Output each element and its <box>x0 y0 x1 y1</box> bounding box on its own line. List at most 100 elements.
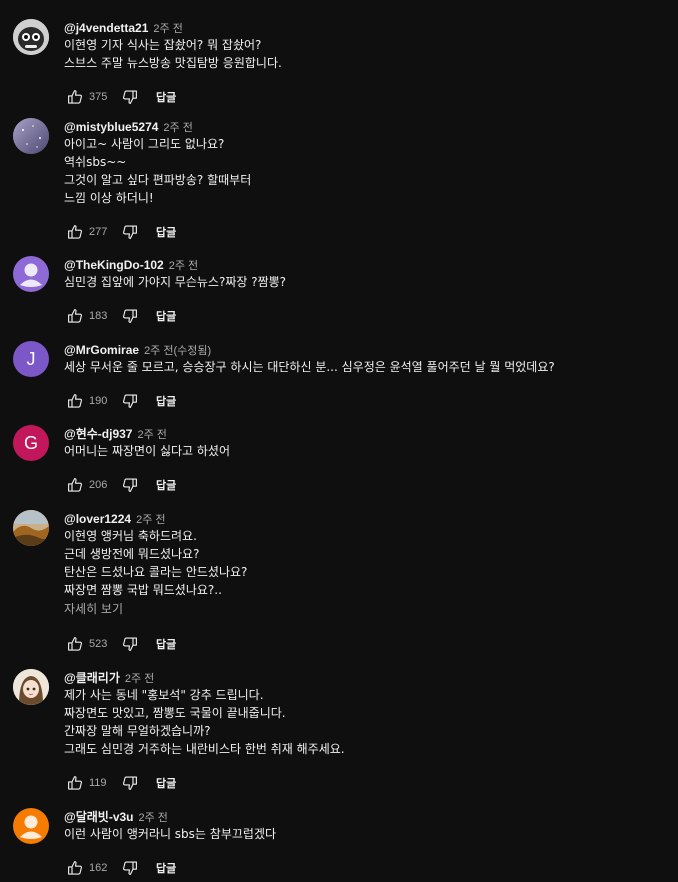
comment-text: 어머니는 짜장면이 싫다고 하셨어 <box>64 442 664 460</box>
comment-actions: 375 답글 <box>64 86 176 108</box>
comment-author[interactable]: @달래빗-v3u <box>64 810 134 824</box>
comment-timestamp[interactable]: 2주 전 <box>139 812 168 824</box>
comment-content: @TheKingDo-102 2주 전심민경 집앞에 가야지 무슨뉴스?짜장 ?짬… <box>64 255 664 323</box>
comment-actions: 206 답글 <box>64 474 176 496</box>
like-count: 206 <box>89 479 108 491</box>
comment-actions: 162 답글 <box>64 857 176 879</box>
comment-author[interactable]: @mistyblue5274 <box>64 120 158 134</box>
dislike-icon[interactable] <box>119 221 141 243</box>
dislike-icon[interactable] <box>119 86 141 108</box>
comment-content: @mistyblue5274 2주 전아이고~ 사람이 그리도 없나요? 역쉬sbs… <box>64 117 664 239</box>
comment-actions: 190 답글 <box>64 390 176 412</box>
letter-avatar[interactable]: G <box>13 425 49 461</box>
comment-timestamp[interactable]: 2주 전 <box>137 429 166 441</box>
like-icon[interactable] <box>64 221 86 243</box>
dislike-icon[interactable] <box>119 857 141 879</box>
like-count: 183 <box>89 310 108 322</box>
comment-text-line: 역쉬sbs~~ <box>64 155 127 169</box>
avatar-letter: G <box>23 432 38 453</box>
comment-timestamp[interactable]: 2주 전 <box>169 260 198 272</box>
comment-text-line: 근데 생방전에 뭐드셨나요? <box>64 547 200 561</box>
comment-content: @MrGomirae 2주 전(수정됨) 세상 무서운 줄 모르고, 승승장구 하시… <box>64 340 664 408</box>
dislike-icon[interactable] <box>119 305 141 327</box>
reply-button[interactable]: 답글 <box>156 860 176 876</box>
comment-text-line: 느낌 이상 하더니! <box>64 191 154 205</box>
comment-timestamp[interactable]: 2주 전 <box>153 23 182 35</box>
comment-text-line: 이런 사람이 앵커라니 sbs는 참부끄럽겠다 <box>64 827 277 841</box>
read-more-link[interactable]: 자세히 보기 <box>64 600 664 618</box>
like-count: 375 <box>89 91 108 103</box>
reply-button[interactable]: 답글 <box>156 89 176 105</box>
comment-header: @lover1224 2주 전 <box>64 509 664 527</box>
comment-actions: 119 답글 <box>64 772 176 794</box>
reply-button[interactable]: 답글 <box>156 775 176 791</box>
comment-text: 이현영 앵커님 축하드려요. 근데 생방전에 뭐드셨나요? 탄산은 드셨나요 콜라는… <box>64 527 664 599</box>
comment-text-line: 어머니는 짜장면이 싫다고 하셨어 <box>64 444 231 458</box>
comment-content: @클래리가 2주 전 제가 사는 동네 "홍보석" 강추 드립니다. 짜장면도 맛있고… <box>64 668 664 790</box>
comment-text-line: 아이고~ 사람이 그리도 없나요? <box>64 137 225 151</box>
comment-author[interactable]: @현수-dj937 <box>64 427 132 441</box>
comment-text-line: 세상 무서운 줄 모르고, 승승장구 하시는 대단하신 분... 심우정은 윤석… <box>64 360 555 374</box>
dislike-icon[interactable] <box>119 772 141 794</box>
reply-button[interactable]: 답글 <box>156 477 176 493</box>
comment-timestamp[interactable]: 2주 전 <box>163 122 192 134</box>
reply-button[interactable]: 답글 <box>156 308 176 324</box>
sky-photo-avatar[interactable] <box>13 118 49 154</box>
comment-author[interactable]: @lover1224 <box>64 512 131 526</box>
comment-text: 이런 사람이 앵커라니 sbs는 참부끄럽겠다 <box>64 825 664 843</box>
comment-header: @MrGomirae 2주 전(수정됨) <box>64 340 664 358</box>
comment-content: @현수-dj937 2주 전어머니는 짜장면이 싫다고 하셨어 206 답글 <box>64 424 664 492</box>
comment-author[interactable]: @MrGomirae <box>64 343 139 357</box>
letter-avatar[interactable]: J <box>13 341 49 377</box>
dislike-icon[interactable] <box>119 633 141 655</box>
comment-text-line: 그것이 알고 싶다 편파방송? 할때부터 <box>64 173 252 187</box>
like-icon[interactable] <box>64 772 86 794</box>
comment-text-line: 이현영 기자 식사는 잡솼어? 뭐 잡솼어? <box>64 38 262 52</box>
default-person-avatar[interactable] <box>13 256 49 292</box>
comment-timestamp[interactable]: 2주 전(수정됨) <box>144 345 211 357</box>
comment-content: @달래빗-v3u 2주 전이런 사람이 앵커라니 sbs는 참부끄럽겠다 162 답글 <box>64 807 664 875</box>
like-icon[interactable] <box>64 390 86 412</box>
like-count: 190 <box>89 395 108 407</box>
comment-header: @현수-dj937 2주 전 <box>64 424 664 442</box>
comment-list: @j4vendetta21 2주 전 이현영 기자 식사는 잡솼어? 뭐 잡솼어? 스… <box>0 0 678 882</box>
reply-button[interactable]: 답글 <box>156 393 176 409</box>
comment-header: @TheKingDo-102 2주 전 <box>64 255 664 273</box>
comment-actions: 523 답글 <box>64 633 176 655</box>
comment-header: @클래리가 2주 전 <box>64 668 664 686</box>
default-person-avatar[interactable] <box>13 808 49 844</box>
comment-timestamp[interactable]: 2주 전 <box>125 673 154 685</box>
comment-header: @mistyblue5274 2주 전 <box>64 117 664 135</box>
landscape-photo-avatar[interactable] <box>13 510 49 546</box>
comment-actions: 183 답글 <box>64 305 176 327</box>
dislike-icon[interactable] <box>119 474 141 496</box>
comment-content: @j4vendetta21 2주 전 이현영 기자 식사는 잡솼어? 뭐 잡솼어? 스… <box>64 18 664 104</box>
like-icon[interactable] <box>64 474 86 496</box>
comment-author[interactable]: @TheKingDo-102 <box>64 258 164 272</box>
comment-text: 심민경 집앞에 가야지 무슨뉴스?짜장 ?짬뽕? <box>64 273 664 291</box>
like-icon[interactable] <box>64 857 86 879</box>
comment-timestamp[interactable]: 2주 전 <box>136 514 165 526</box>
comment-text: 이현영 기자 식사는 잡솼어? 뭐 잡솼어? 스브스 주말 뉴스방송 맛집탐방 응… <box>64 36 664 72</box>
comment-text-line: 이현영 앵커님 축하드려요. <box>64 529 197 543</box>
comment-content: @lover1224 2주 전이현영 앵커님 축하드려요. 근데 생방전에 뭐드셨나… <box>64 509 664 651</box>
reply-button[interactable]: 답글 <box>156 636 176 652</box>
dislike-icon[interactable] <box>119 390 141 412</box>
comment-author[interactable]: @j4vendetta21 <box>64 21 148 35</box>
comment-header: @달래빗-v3u 2주 전 <box>64 807 664 825</box>
like-icon[interactable] <box>64 86 86 108</box>
comment-text-line: 그래도 심민경 거주하는 내란비스타 한번 취재 해주세요. <box>64 742 345 756</box>
like-count: 162 <box>89 862 108 874</box>
comment-text: 제가 사는 동네 "홍보석" 강추 드립니다. 짜장면도 맛있고, 짬뽕도 국물이… <box>64 686 664 758</box>
comment-text-line: 심민경 집앞에 가야지 무슨뉴스?짜장 ?짬뽕? <box>64 275 287 289</box>
comment-text: 세상 무서운 줄 모르고, 승승장구 하시는 대단하신 분... 심우정은 윤석… <box>64 358 664 376</box>
reply-button[interactable]: 답글 <box>156 224 176 240</box>
cartoon-face-avatar[interactable] <box>13 19 49 55</box>
comment-author[interactable]: @클래리가 <box>64 671 120 685</box>
comment-text-line: 간짜장 말해 무얼하겠습니까? <box>64 724 211 738</box>
comment-text: 아이고~ 사람이 그리도 없나요? 역쉬sbs~~ 그것이 알고 싶다 편파방송? … <box>64 135 664 207</box>
like-icon[interactable] <box>64 633 86 655</box>
anime-girl-avatar[interactable] <box>13 669 49 705</box>
comment-text-line: 짜장면도 맛있고, 짬뽕도 국물이 끝내줍니다. <box>64 706 286 720</box>
like-icon[interactable] <box>64 305 86 327</box>
